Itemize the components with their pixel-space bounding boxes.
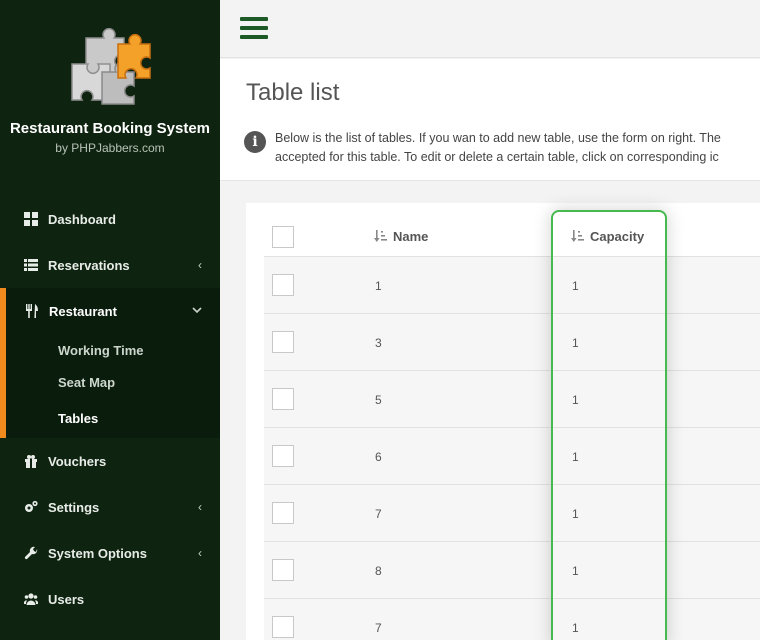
dashboard-icon xyxy=(24,212,38,226)
chevron-left-icon: ‹ xyxy=(198,546,202,560)
sidebar-subitem-seat-map[interactable]: Seat Map xyxy=(6,366,220,398)
row-checkbox[interactable] xyxy=(272,559,294,581)
table-row[interactable]: 3 1 xyxy=(264,314,760,371)
hamburger-menu-icon[interactable] xyxy=(240,17,268,41)
sidebar-item-dashboard[interactable]: Dashboard xyxy=(0,196,220,242)
cell-capacity: 1 xyxy=(572,279,579,293)
sidebar-item-label: Restaurant xyxy=(49,303,117,319)
sidebar-subitem-tables[interactable]: Tables xyxy=(6,398,220,438)
sidebar: Restaurant Booking System by PHPJabbers.… xyxy=(0,0,220,640)
sidebar-subitem-working-time[interactable]: Working Time xyxy=(6,334,220,366)
info-text: Below is the list of tables. If you wan … xyxy=(275,129,760,167)
sidebar-item-label: Reservations xyxy=(48,257,130,273)
sidebar-item-system-options[interactable]: System Options ‹ xyxy=(0,530,220,576)
sidebar-item-label: Users xyxy=(48,591,85,607)
table-row[interactable]: 6 1 xyxy=(264,428,760,485)
row-checkbox[interactable] xyxy=(272,388,294,410)
table-header: Name Capacity xyxy=(264,203,760,257)
list-icon xyxy=(24,258,38,272)
tables-panel: Name Capacity 1 1 3 1 5 1 6 1 7 1 8 1 7 xyxy=(246,203,760,640)
chevron-left-icon: ‹ xyxy=(198,500,202,514)
cell-name: 3 xyxy=(375,336,382,350)
brand: Restaurant Booking System by PHPJabbers.… xyxy=(0,0,220,196)
cell-capacity: 1 xyxy=(572,450,579,464)
column-header-label: Capacity xyxy=(590,229,645,244)
brand-title: Restaurant Booking System xyxy=(9,120,211,137)
column-header-capacity[interactable]: Capacity xyxy=(571,229,644,244)
sidebar-group-restaurant: Restaurant Working Time Seat Map Tables xyxy=(0,288,220,438)
cell-name: 1 xyxy=(375,279,382,293)
cell-capacity: 1 xyxy=(572,336,579,350)
sidebar-item-reservations[interactable]: Reservations ‹ xyxy=(0,242,220,288)
cell-name: 5 xyxy=(375,393,382,407)
sidebar-item-label: System Options xyxy=(48,545,147,561)
sidebar-item-restaurant[interactable]: Restaurant xyxy=(6,288,220,334)
row-checkbox[interactable] xyxy=(272,274,294,296)
users-icon xyxy=(24,592,38,606)
sidebar-item-vouchers[interactable]: Vouchers xyxy=(0,438,220,484)
table-row[interactable]: 7 1 xyxy=(264,599,760,640)
topbar xyxy=(220,0,760,58)
table-row[interactable]: 7 1 xyxy=(264,485,760,542)
row-checkbox[interactable] xyxy=(272,616,294,638)
sidebar-item-settings[interactable]: Settings ‹ xyxy=(0,484,220,530)
row-checkbox[interactable] xyxy=(272,502,294,524)
content-header: Table list i Below is the list of tables… xyxy=(220,59,760,181)
cell-name: 6 xyxy=(375,450,382,464)
cogs-icon xyxy=(24,500,38,514)
table-row[interactable]: 8 1 xyxy=(264,542,760,599)
cell-capacity: 1 xyxy=(572,621,579,635)
row-checkbox[interactable] xyxy=(272,445,294,467)
chevron-left-icon: ‹ xyxy=(198,258,202,272)
select-all-checkbox[interactable] xyxy=(272,226,294,248)
table-row[interactable]: 1 1 xyxy=(264,257,760,314)
cell-capacity: 1 xyxy=(572,507,579,521)
column-header-name[interactable]: Name xyxy=(374,229,428,244)
column-header-label: Name xyxy=(393,229,429,244)
info-icon: i xyxy=(244,131,266,153)
cell-capacity: 1 xyxy=(572,393,579,407)
cell-name: 7 xyxy=(375,507,382,521)
sort-icon xyxy=(374,230,387,242)
row-checkbox[interactable] xyxy=(272,331,294,353)
sort-icon xyxy=(571,230,584,242)
page-title: Table list xyxy=(246,79,340,106)
sidebar-item-label: Settings xyxy=(48,499,100,515)
info-line-1: Below is the list of tables. If you wan … xyxy=(275,131,721,145)
cell-name: 8 xyxy=(375,564,382,578)
cell-capacity: 1 xyxy=(572,564,579,578)
sidebar-item-label: Dashboard xyxy=(48,211,116,227)
brand-byline: by PHPJabbers.com xyxy=(55,141,165,155)
sidebar-item-users[interactable]: Users xyxy=(0,576,220,622)
wrench-icon xyxy=(24,546,38,560)
sidebar-item-label: Vouchers xyxy=(48,453,107,469)
puzzle-logo xyxy=(71,28,151,105)
info-line-2: accepted for this table. To edit or dele… xyxy=(275,150,719,164)
cell-name: 7 xyxy=(375,621,382,635)
cutlery-icon xyxy=(25,304,39,318)
gift-icon xyxy=(24,454,38,468)
chevron-down-icon xyxy=(192,304,202,318)
table-row[interactable]: 5 1 xyxy=(264,371,760,428)
